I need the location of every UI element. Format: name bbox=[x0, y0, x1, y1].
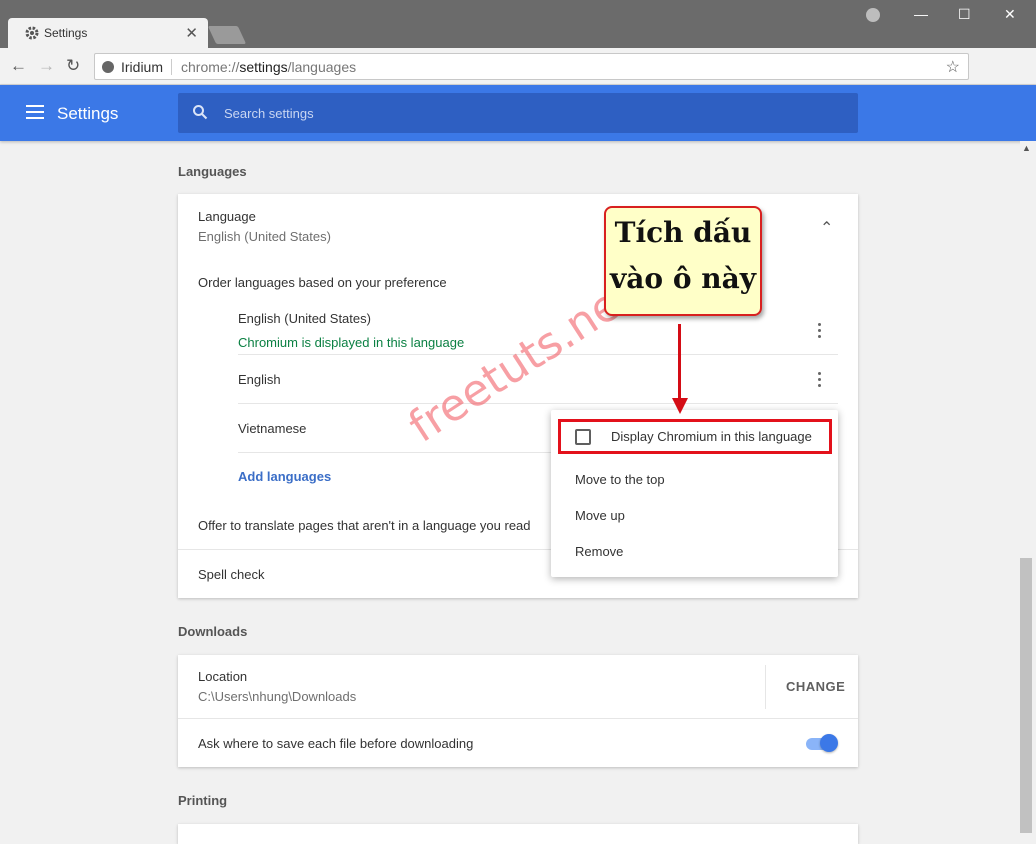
gear-icon bbox=[25, 26, 39, 40]
more-actions-icon[interactable] bbox=[818, 372, 822, 388]
site-icon bbox=[102, 61, 114, 73]
location-value: C:\Users\nhung\Downloads bbox=[198, 689, 357, 704]
annotation-callout: Tích dấu vào ô này bbox=[604, 206, 762, 316]
translate-offer-label: Offer to translate pages that aren't in … bbox=[198, 518, 531, 533]
search-input[interactable]: Search settings bbox=[178, 93, 858, 133]
annotation-line-1: Tích dấu bbox=[614, 216, 752, 249]
ask-save-label: Ask where to save each file before downl… bbox=[198, 736, 474, 751]
profile-icon[interactable] bbox=[866, 8, 880, 22]
scroll-up-icon[interactable]: ▲ bbox=[1022, 143, 1031, 153]
move-up-option[interactable]: Move up bbox=[575, 508, 625, 523]
search-icon bbox=[193, 105, 208, 120]
printing-section-title: Printing bbox=[178, 793, 228, 808]
remove-option[interactable]: Remove bbox=[575, 544, 623, 559]
close-window-button[interactable]: ✕ bbox=[1004, 6, 1016, 23]
reload-icon[interactable]: ↻ bbox=[66, 56, 80, 76]
downloads-card: Location C:\Users\nhung\Downloads CHANGE… bbox=[178, 655, 858, 767]
maximize-button[interactable]: ☐ bbox=[958, 6, 971, 23]
new-tab-button[interactable] bbox=[207, 26, 247, 44]
annotation-arrowhead bbox=[672, 398, 688, 414]
location-label: Location bbox=[198, 669, 248, 684]
divider bbox=[238, 403, 838, 404]
tab-close-icon[interactable]: ✕ bbox=[185, 24, 198, 42]
divider bbox=[178, 718, 858, 719]
page-title: Settings bbox=[57, 104, 119, 123]
collapse-chevron-icon[interactable]: ⌃ bbox=[820, 218, 833, 238]
languages-section-title: Languages bbox=[178, 164, 247, 179]
address-bar[interactable]: Iridium chrome://settings/languages ☆ bbox=[94, 53, 969, 80]
printing-card bbox=[178, 824, 858, 844]
add-languages-button[interactable]: Add languages bbox=[238, 469, 331, 484]
order-languages-label: Order languages based on your preference bbox=[198, 275, 447, 290]
display-language-note: Chromium is displayed in this language bbox=[238, 335, 465, 350]
hamburger-menu-icon[interactable] bbox=[26, 105, 44, 119]
tab-settings[interactable]: Settings ✕ bbox=[8, 18, 208, 48]
more-actions-icon[interactable] bbox=[818, 323, 822, 339]
language-label: Language bbox=[198, 209, 256, 224]
browser-titlebar: Settings ✕ — ☐ ✕ bbox=[0, 0, 1036, 48]
search-placeholder: Search settings bbox=[224, 106, 314, 121]
downloads-section-title: Downloads bbox=[178, 624, 248, 639]
annotation-line-2: vào ô này bbox=[609, 262, 757, 295]
change-location-button[interactable]: CHANGE bbox=[786, 679, 845, 694]
tab-title: Settings bbox=[44, 26, 88, 40]
forward-arrow-icon[interactable]: → bbox=[38, 56, 55, 76]
annotation-arrow bbox=[678, 324, 681, 404]
back-arrow-icon[interactable]: ← bbox=[10, 56, 27, 76]
spell-check-item[interactable]: Spell check bbox=[198, 567, 264, 582]
browser-toolbar: ← → ↻ Iridium chrome://settings/language… bbox=[0, 48, 1036, 122]
omnibox-separator bbox=[171, 59, 172, 75]
settings-header: Settings Search settings bbox=[0, 85, 1036, 141]
language-value: English (United States) bbox=[198, 229, 331, 244]
bookmark-star-icon[interactable]: ☆ bbox=[946, 57, 960, 77]
minimize-button[interactable]: — bbox=[914, 6, 928, 22]
language-name: English (United States) bbox=[238, 311, 371, 326]
highlight-box bbox=[558, 419, 832, 454]
scrollbar-thumb[interactable] bbox=[1020, 558, 1032, 833]
language-name: English bbox=[238, 372, 281, 387]
move-to-top-option[interactable]: Move to the top bbox=[575, 472, 665, 487]
site-name: Iridium bbox=[121, 59, 164, 75]
url-text: chrome://settings/languages bbox=[181, 59, 357, 75]
language-name: Vietnamese bbox=[238, 421, 307, 436]
ask-save-toggle-knob[interactable] bbox=[820, 734, 838, 752]
divider bbox=[765, 665, 766, 709]
